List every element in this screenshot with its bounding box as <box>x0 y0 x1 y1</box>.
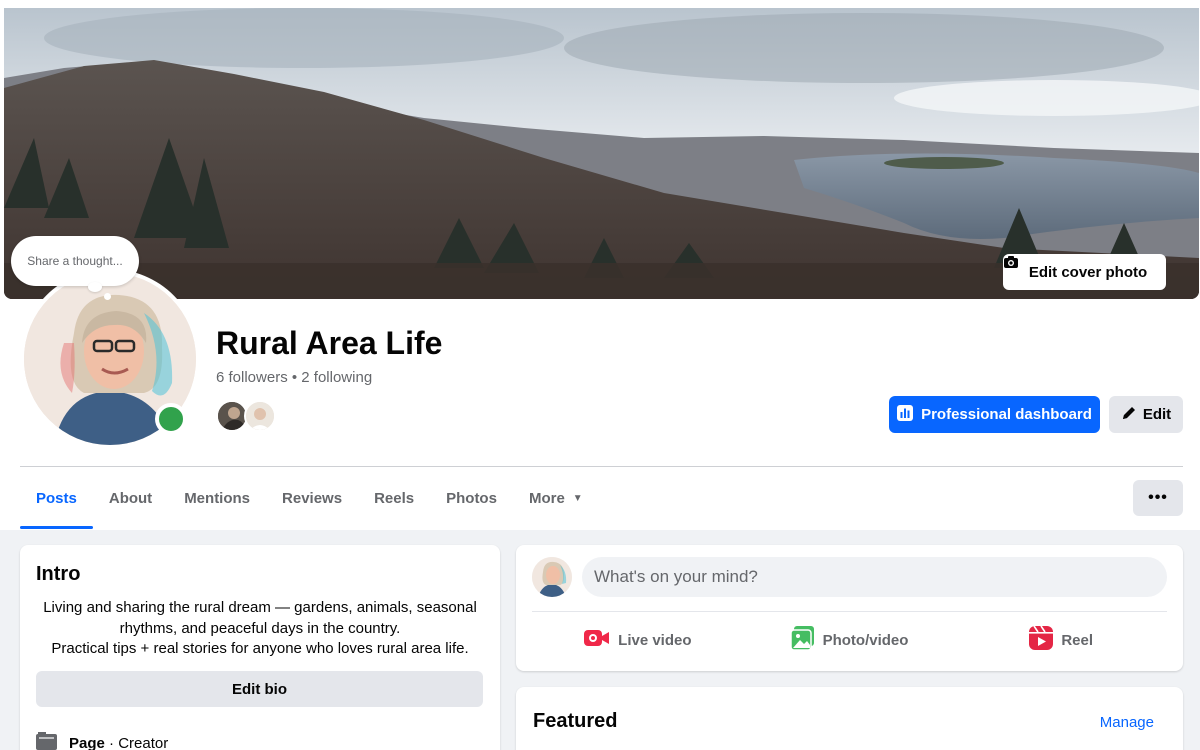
page-name: Rural Area Life <box>216 325 443 361</box>
intro-bio: Living and sharing the rural dream — gar… <box>36 598 484 660</box>
live-video-label: Live video <box>618 631 692 649</box>
share-thought-bubble[interactable]: Share a thought... <box>11 236 139 286</box>
photo-icon <box>789 626 815 654</box>
tab-reels[interactable]: Reels <box>358 467 430 529</box>
featured-title: Featured <box>533 710 618 732</box>
tab-about[interactable]: About <box>93 467 168 529</box>
tab-posts[interactable]: Posts <box>20 467 93 529</box>
composer-avatar[interactable] <box>532 557 572 597</box>
composer-placeholder: What's on your mind? <box>594 567 758 586</box>
profile-tabs: Posts About Mentions Reviews Reels Photo… <box>20 467 599 529</box>
page-type-row: Page · Creator <box>36 732 168 750</box>
tab-reviews[interactable]: Reviews <box>266 467 358 529</box>
reel-icon <box>1029 625 1054 654</box>
tab-photos-label: Photos <box>446 489 497 507</box>
professional-dashboard-button[interactable]: Professional dashboard <box>889 396 1100 433</box>
reel-button[interactable]: Reel <box>955 619 1167 661</box>
thought-bubble-tail <box>88 282 102 292</box>
follower-avatar[interactable] <box>244 400 276 432</box>
tab-posts-label: Posts <box>36 489 77 507</box>
composer-divider <box>532 611 1167 612</box>
tab-more-label: More <box>528 489 565 507</box>
dashboard-icon <box>897 404 914 425</box>
intro-bio-line: Practical tips + real stories for anyone… <box>51 640 469 657</box>
edit-cover-photo-button[interactable]: Edit cover photo <box>1003 254 1166 290</box>
edit-bio-label: Edit bio <box>232 680 287 698</box>
tab-reviews-label: Reviews <box>282 489 343 507</box>
tab-mentions[interactable]: Mentions <box>168 467 266 529</box>
composer-actions: Live video Photo/video Reel <box>532 619 1167 661</box>
reel-label: Reel <box>1061 631 1094 649</box>
tab-reels-label: Reels <box>374 489 415 507</box>
live-video-icon <box>584 628 610 652</box>
tab-about-label: About <box>108 489 153 507</box>
share-thought-placeholder: Share a thought... <box>27 254 123 268</box>
post-composer: What's on your mind? Live video Photo/vi… <box>516 545 1183 671</box>
manage-featured-link[interactable]: Manage <box>1100 714 1154 731</box>
photo-video-label: Photo/video <box>822 631 909 649</box>
follower-avatars <box>216 400 280 432</box>
thought-bubble-tail-small <box>104 293 111 300</box>
edit-bio-button[interactable]: Edit bio <box>36 671 483 707</box>
flag-icon <box>36 732 57 750</box>
featured-card: Featured Manage <box>516 687 1183 750</box>
tab-mentions-label: Mentions <box>184 489 251 507</box>
tab-photos[interactable]: Photos <box>430 467 513 529</box>
live-video-button[interactable]: Live video <box>532 619 744 661</box>
page-type-category: · Creator <box>104 734 169 750</box>
edit-cover-photo-label: Edit cover photo <box>1028 263 1148 281</box>
intro-title: Intro <box>36 563 81 585</box>
whats-on-your-mind-input[interactable]: What's on your mind? <box>582 557 1167 597</box>
page-type-label: Page <box>69 734 105 750</box>
online-status-indicator <box>155 403 187 435</box>
more-options-icon: ••• <box>1148 489 1168 506</box>
photo-video-button[interactable]: Photo/video <box>744 619 956 661</box>
pencil-icon <box>1121 405 1137 425</box>
followers-count[interactable]: 6 followers • 2 following <box>216 369 372 386</box>
edit-profile-button[interactable]: Edit <box>1109 396 1183 433</box>
edit-label: Edit <box>1142 406 1172 423</box>
professional-dashboard-label: Professional dashboard <box>921 406 1092 423</box>
more-options-button[interactable]: ••• <box>1133 480 1183 516</box>
cover-photo[interactable]: Edit cover photo <box>4 8 1199 299</box>
caret-down-icon: ▼ <box>572 492 583 504</box>
tab-more[interactable]: More ▼ <box>513 467 599 529</box>
intro-bio-line: Living and sharing the rural dream — gar… <box>43 599 477 637</box>
intro-card: Intro Living and sharing the rural dream… <box>20 545 500 750</box>
